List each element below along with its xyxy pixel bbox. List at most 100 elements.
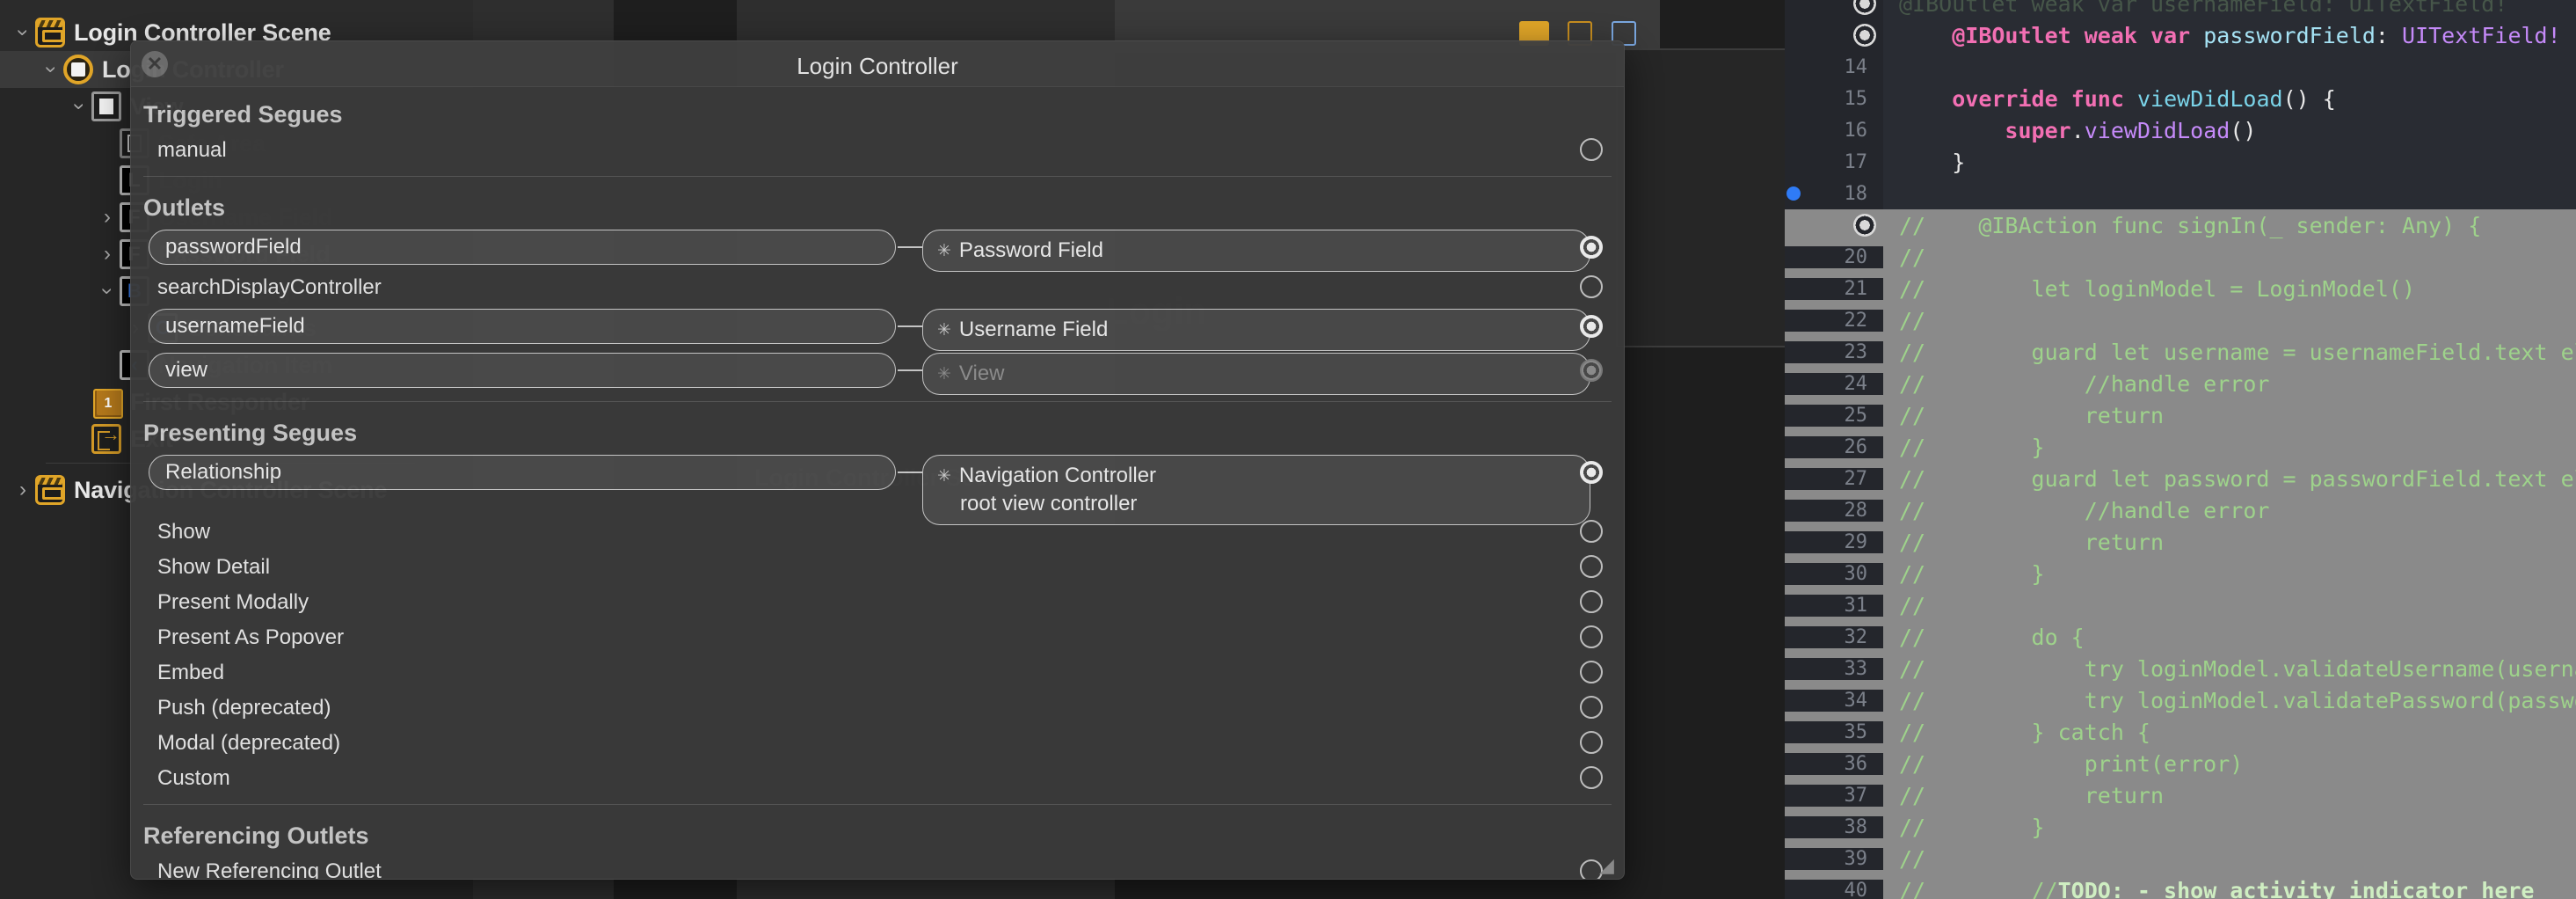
chevron-right-icon[interactable] [95,244,120,265]
connection-source-pill[interactable]: Relationship [149,455,896,490]
connection-source-pill[interactable]: usernameField [149,309,896,344]
editor-line[interactable]: 29 // return [1785,526,2576,558]
connection-target-label: Username Field [958,318,1109,341]
editor-line[interactable]: 32 // do { [1785,621,2576,653]
editor-line[interactable]: 24 // //handle error [1785,368,2576,399]
section-heading-outlets: Outlets [143,194,226,221]
connection-socket[interactable] [1580,731,1603,754]
connection-row[interactable]: Embed [131,655,1624,691]
connection-row[interactable]: passwordField ✳ Password Field [131,226,1624,272]
editor-line[interactable]: 23 // guard let username = usernameField.… [1785,336,2576,368]
line-number: 28 [1785,499,1883,522]
editor-line[interactable]: 26 // } [1785,431,2576,463]
iboutlet-connection-icon[interactable] [1853,24,1876,47]
chevron-down-icon[interactable] [95,281,120,302]
editor-line[interactable]: 20 // [1785,241,2576,273]
connection-socket[interactable] [1580,461,1603,484]
connection-socket[interactable] [1580,590,1603,613]
connection-row[interactable]: view ✳ View [131,349,1624,395]
editor-line[interactable]: 38 // } [1785,811,2576,843]
chevron-down-icon[interactable] [67,96,91,117]
editor-line[interactable]: 31 // [1785,589,2576,621]
line-number: 24 [1785,372,1883,395]
chevron-down-icon[interactable] [11,22,35,43]
editor-line[interactable]: 22 // [1785,304,2576,336]
line-code: } [1899,149,1966,175]
editor-line[interactable]: 18 [1785,178,2576,209]
line-code: @IBOutlet weak var passwordField: UIText… [1952,22,2561,48]
connection-socket[interactable] [1580,555,1603,578]
connection-socket[interactable] [1580,315,1603,338]
asterisk-icon: ✳ [937,364,951,384]
line-code: @IBOutlet weak var usernameField: UIText… [1899,0,2508,17]
popover-body[interactable]: Triggered Segues manual Outlets passwordFie… [131,87,1624,879]
connection-socket[interactable] [1580,275,1603,298]
editor-line[interactable]: 15 override func viewDidLoad() { [1785,83,2576,114]
connection-socket[interactable] [1580,138,1603,161]
exit-icon [91,423,121,454]
section-heading-presenting-segues: Presenting Segues [143,420,358,446]
code-editor[interactable]: @IBOutlet weak var usernameField: UIText… [1785,0,2576,899]
editor-line[interactable]: 36 // print(error) [1785,748,2576,779]
connection-label: Present As Popover [157,625,345,649]
editor-line[interactable]: // @IBAction func signIn(_ sender: Any) … [1785,209,2576,241]
editor-line[interactable]: 16 super.viewDidLoad() [1785,114,2576,146]
editor-line[interactable]: 30 // } [1785,558,2576,589]
connection-row[interactable]: Custom [131,761,1624,796]
connection-socket[interactable] [1580,766,1603,789]
editor-line[interactable]: 28 // //handle error [1785,494,2576,526]
line-number: 26 [1785,435,1883,458]
connection-row[interactable]: Push (deprecated) [131,691,1624,726]
chevron-right-icon[interactable] [11,479,35,501]
connection-row[interactable]: usernameField ✳ Username Field [131,305,1624,351]
connection-target-pill[interactable]: ✳ Password Field [922,230,1590,272]
connection-row[interactable]: Modal (deprecated) [131,726,1624,761]
editor-line[interactable]: 34 // try loginModel.validatePassword(pas… [1785,684,2576,716]
connection-row[interactable]: manual [131,133,1624,168]
editor-line[interactable]: 35 // } catch { [1785,716,2576,748]
view-icon [91,91,121,121]
connection-line [898,369,922,371]
editor-line[interactable]: @IBOutlet weak var passwordField: UIText… [1785,19,2576,51]
editor-line[interactable]: 33 // try loginModel.validateUsername(use… [1785,653,2576,684]
connection-row[interactable]: Relationship ✳ Navigation Controller root v… [131,451,1624,525]
connection-row[interactable]: New Referencing Outlet [131,854,1624,879]
connection-socket[interactable] [1580,520,1603,543]
breakpoint-icon[interactable] [1786,186,1801,201]
connection-target-pill[interactable]: ✳ View [922,353,1590,395]
connection-socket[interactable] [1580,661,1603,683]
connection-source-pill[interactable]: view [149,353,896,388]
ibaction-connection-icon[interactable] [1853,214,1876,237]
resize-grip-icon[interactable]: ◢ [1599,856,1619,875]
connection-row[interactable]: Show Detail [131,550,1624,585]
line-code: // [1899,244,1926,270]
line-code: // } [1899,560,2045,587]
editor-line[interactable]: 17 } [1785,146,2576,178]
connection-row[interactable]: Present As Popover [131,620,1624,655]
connection-row[interactable]: Present Modally [131,585,1624,620]
connection-socket[interactable] [1580,359,1603,382]
line-code: // guard let username = usernameField.te… [1899,339,2576,365]
editor-line[interactable]: 27 // guard let password = passwordField.… [1785,463,2576,494]
connection-target-pill[interactable]: ✳ Username Field [922,309,1590,351]
connection-row[interactable]: Show [131,515,1624,550]
editor-line[interactable]: 14 [1785,51,2576,83]
connection-line [898,246,922,248]
editor-line[interactable]: 39 // [1785,843,2576,874]
connections-inspector-popover[interactable]: ✕ Login Controller Triggered Segues manua… [130,40,1625,880]
editor-line[interactable]: 21 // let loginModel = LoginModel() [1785,273,2576,304]
connection-socket[interactable] [1580,236,1603,259]
connection-source-pill[interactable]: passwordField [149,230,896,265]
connection-socket[interactable] [1580,696,1603,719]
line-code: // return [1899,402,2165,428]
scene-icon [35,475,65,505]
editor-line[interactable]: 37 // return [1785,779,2576,811]
connection-socket[interactable] [1580,625,1603,648]
chevron-down-icon[interactable] [39,59,63,80]
chevron-right-icon[interactable] [95,207,120,228]
line-code: override func viewDidLoad() { [1952,85,2336,112]
connection-row[interactable]: searchDisplayController [131,270,1624,305]
editor-line[interactable]: @IBOutlet weak var usernameField: UIText… [1785,0,2576,19]
editor-line[interactable]: 25 // return [1785,399,2576,431]
editor-line[interactable]: 40 // //TODO: - show activity indicator h… [1785,874,2576,899]
